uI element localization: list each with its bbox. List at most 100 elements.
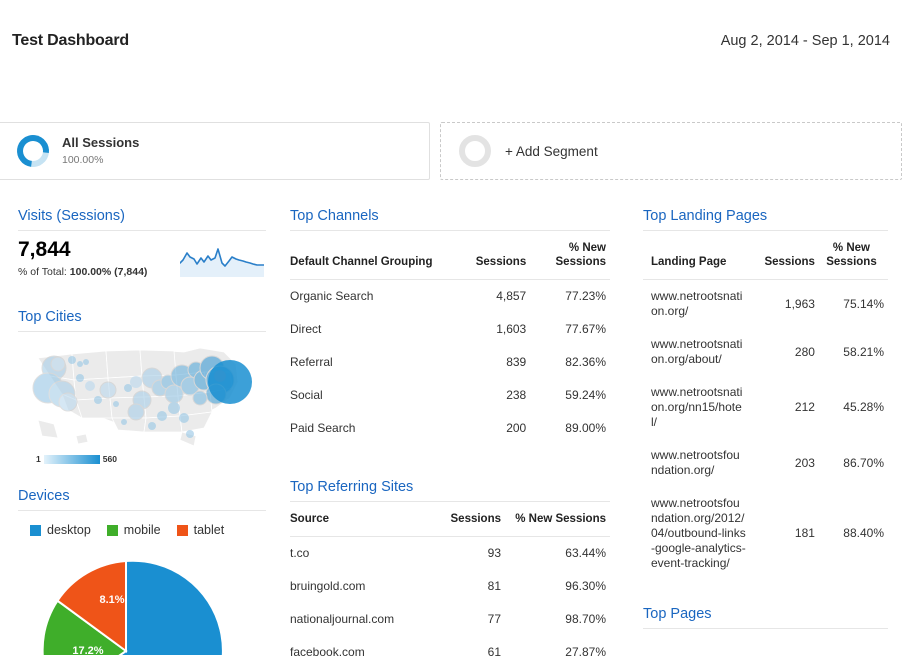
table-row[interactable]: Social 238 59.24% [290, 379, 610, 412]
cell-dimension: nationaljournal.com [290, 612, 395, 627]
cell-sessions: 839 [506, 355, 527, 370]
dashboard-page: Test Dashboard Aug 2, 2014 - Sep 1, 2014… [0, 0, 902, 672]
cell-new-sessions: 86.70% [843, 455, 884, 470]
top-referring-sites-table: Source Sessions % New Sessions t.co 93 6… [290, 502, 610, 672]
legend-label-tablet: tablet [193, 523, 225, 537]
legend-swatch-desktop [30, 524, 41, 536]
cell-sessions: 1,963 [784, 296, 815, 311]
cell-sessions: 77 [487, 612, 501, 627]
legend-label-desktop: desktop [47, 523, 91, 537]
cell-new-sessions: 88.40% [843, 526, 884, 541]
cell-sessions: 1,603 [496, 322, 527, 337]
date-range-selector[interactable]: Aug 2, 2014 - Sep 1, 2014 [721, 33, 890, 49]
table-row[interactable]: www.netrootsnation.org/about/ 280 58.21% [643, 328, 888, 376]
top-channels-table: Default Channel Grouping Sessions % New … [290, 231, 610, 445]
column-header-new-sessions[interactable]: % New Sessions [818, 231, 888, 281]
table-row[interactable]: Organic Search 4,857 77.23% [290, 280, 610, 314]
cell-dimension: Social [290, 388, 323, 403]
pie-label-tablet: 8.1% [99, 594, 124, 606]
cell-dimension: facebook.com [290, 645, 365, 660]
legend-swatch-mobile [106, 524, 118, 536]
top-cities-map[interactable]: 1 560 [18, 342, 266, 464]
column-header-sessions[interactable]: Sessions [443, 231, 531, 281]
divider [643, 628, 888, 630]
segment-name: All Sessions [62, 135, 140, 151]
donut-icon [459, 135, 491, 167]
cell-new-sessions: 45.28% [843, 400, 884, 415]
table-row[interactable]: facebook.com 61 27.87% [290, 636, 610, 669]
widget-title-top-referring-sites[interactable]: Top Referring Sites [290, 479, 610, 501]
cell-dimension: Paid Search [290, 421, 356, 436]
column-header-sessions[interactable]: Sessions [749, 231, 819, 281]
cell-sessions: 93 [487, 546, 501, 561]
cell-new-sessions: 77.23% [565, 289, 606, 304]
widget-top-referring-sites: Top Referring Sites Source Sessions % Ne… [290, 479, 610, 672]
cell-new-sessions: 59.24% [565, 388, 606, 403]
widget-title-top-landing-pages[interactable]: Top Landing Pages [643, 208, 888, 230]
segment-bar: All Sessions 100.00% + Add Segment [0, 122, 902, 180]
legend-label-mobile: mobile [123, 523, 161, 537]
table-row[interactable]: www.netrootsfoundation.org/2012/04/outbo… [643, 487, 888, 580]
cell-sessions: 181 [794, 526, 815, 541]
visits-metric-body: 7,844 % of Total: 100.00% (7,844) [18, 231, 266, 283]
left-column: Visits (Sessions) 7,844 % of Total: 100.… [18, 208, 266, 672]
table-row[interactable]: www.netrootsfoundation.org/ 203 86.70% [643, 439, 888, 487]
widget-title-visits-sessions[interactable]: Visits (Sessions) [18, 208, 266, 230]
map-legend-min: 1 [36, 454, 41, 464]
widget-top-pages: Top Pages [643, 606, 888, 630]
widget-visits-sessions: Visits (Sessions) 7,844 % of Total: 100.… [18, 208, 266, 283]
divider [18, 331, 266, 332]
table-row[interactable]: Paid Search 200 89.00% [290, 412, 610, 445]
us-map-graphic [32, 347, 252, 447]
table-row[interactable]: t.co 93 63.44% [290, 537, 610, 571]
cell-new-sessions: 58.21% [843, 344, 884, 359]
table-row[interactable]: Direct 1,603 77.67% [290, 313, 610, 346]
cell-dimension: Direct [290, 322, 322, 337]
table-row[interactable]: Referral 839 82.36% [290, 346, 610, 379]
dashboard-header: Test Dashboard Aug 2, 2014 - Sep 1, 2014 [0, 0, 902, 88]
visits-subtext-prefix: % of Total: [18, 266, 70, 278]
widget-title-devices[interactable]: Devices [18, 488, 266, 510]
cell-dimension: Organic Search [290, 289, 374, 304]
cell-sessions: 61 [487, 645, 501, 660]
table-row[interactable]: bruingold.com 81 96.30% [290, 570, 610, 603]
top-channels-tbody: Organic Search 4,857 77.23% Direct 1,603… [290, 280, 610, 446]
cell-new-sessions: 27.87% [565, 645, 606, 660]
add-segment-button[interactable]: + Add Segment [440, 122, 902, 180]
cell-sessions: 203 [794, 455, 815, 470]
table-row[interactable]: www.netrootsnation.org/ 1,963 75.14% [643, 280, 888, 329]
legend-item-tablet[interactable]: tablet [176, 523, 225, 537]
widget-title-top-channels[interactable]: Top Channels [290, 208, 610, 230]
table-row[interactable]: nationaljournal.com 77 98.70% [290, 603, 610, 636]
column-header-dimension[interactable]: Source [290, 502, 430, 538]
cell-dimension: www.netrootsnation.org/about/ [651, 337, 743, 367]
right-column: Top Landing Pages Landing Page Sessions … [643, 208, 888, 655]
cell-new-sessions: 96.30% [565, 579, 606, 594]
middle-column: Top Channels Default Channel Grouping Se… [290, 208, 610, 672]
visits-sparkline-chart [180, 248, 264, 277]
cell-sessions: 280 [794, 344, 815, 359]
legend-item-mobile[interactable]: mobile [106, 523, 161, 537]
visits-subtext-value: 100.00% (7,844) [69, 266, 148, 278]
add-segment-label: + Add Segment [505, 143, 598, 159]
table-row[interactable]: www.netrootsnation.org/nn15/hotel/ 212 4… [643, 376, 888, 439]
map-legend-max: 560 [102, 454, 117, 464]
table-header-row: Landing Page Sessions % New Sessions [643, 231, 888, 281]
column-header-sessions[interactable]: Sessions [430, 502, 505, 538]
map-legend: 1 560 [36, 454, 117, 464]
cell-sessions: 238 [506, 388, 527, 403]
devices-pie-chart[interactable]: 17.2% 8.1% [18, 551, 266, 655]
column-header-new-sessions[interactable]: % New Sessions [505, 502, 610, 538]
column-header-dimension[interactable]: Default Channel Grouping [290, 231, 444, 281]
devices-legend: desktop mobile tablet [18, 523, 266, 537]
legend-item-desktop[interactable]: desktop [30, 523, 91, 537]
cell-sessions: 81 [487, 579, 501, 594]
widget-title-top-cities[interactable]: Top Cities [18, 309, 266, 331]
cell-new-sessions: 75.14% [843, 296, 884, 311]
segment-all-sessions-text: All Sessions 100.00% [62, 135, 139, 166]
segment-percent: 100.00% [62, 153, 104, 166]
column-header-new-sessions[interactable]: % New Sessions [530, 231, 610, 281]
column-header-dimension[interactable]: Landing Page [643, 231, 750, 281]
widget-title-top-pages[interactable]: Top Pages [643, 606, 888, 628]
segment-all-sessions[interactable]: All Sessions 100.00% [0, 122, 430, 180]
